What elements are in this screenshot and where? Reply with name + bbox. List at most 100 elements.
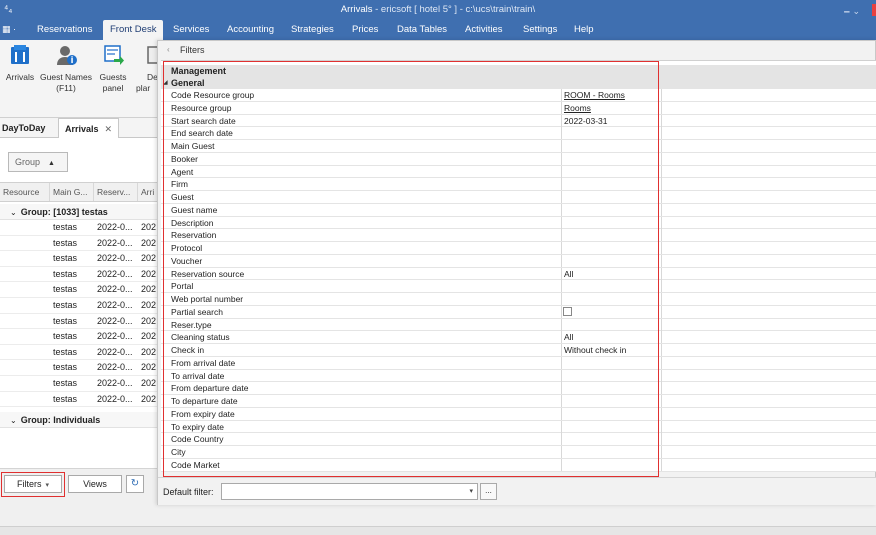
filter-row-cleaning-status[interactable]: Cleaning status All xyxy=(161,331,876,344)
table-row[interactable]: testas 2022-0... 202 xyxy=(0,392,160,408)
filter-row-from-departure-date[interactable]: From departure date xyxy=(161,382,876,395)
filter-row-agent[interactable]: Agent xyxy=(161,165,876,179)
filter-value[interactable] xyxy=(561,318,661,331)
filter-value[interactable] xyxy=(561,152,661,165)
chevron-down-icon[interactable]: ⌄ xyxy=(10,208,17,217)
filter-value[interactable] xyxy=(561,458,661,471)
category-general[interactable]: ◢ General xyxy=(161,77,876,89)
filter-value[interactable] xyxy=(561,203,661,216)
table-row[interactable]: testas 2022-0... 202 xyxy=(0,267,160,283)
filter-row-booker[interactable]: Booker xyxy=(161,152,876,166)
filter-row-code-country[interactable]: Code Country xyxy=(161,433,876,446)
collapse-triangle-icon[interactable]: ◢ xyxy=(163,77,168,89)
filter-value[interactable] xyxy=(561,407,661,420)
table-row[interactable]: testas 2022-0... 202 xyxy=(0,345,160,361)
panel-collapse-icon[interactable]: ‹ xyxy=(167,46,175,54)
refresh-icon[interactable]: ↻ xyxy=(126,475,144,493)
close-tab-icon[interactable]: ✕ xyxy=(105,124,113,134)
table-row[interactable]: testas 2022-0... 202 xyxy=(0,360,160,376)
filter-value[interactable] xyxy=(561,433,661,446)
table-row[interactable]: testas 2022-0... 202 xyxy=(0,251,160,267)
default-filter-more-button[interactable]: ... xyxy=(480,483,497,500)
menu-tab-data-tables[interactable]: Data Tables xyxy=(390,20,454,40)
filter-row-city[interactable]: City xyxy=(161,446,876,459)
table-row[interactable]: testas 2022-0... 202 xyxy=(0,220,160,236)
filter-row-portal[interactable]: Portal xyxy=(161,280,876,293)
filter-value[interactable] xyxy=(561,242,661,254)
filter-row-partial-search[interactable]: Partial search xyxy=(161,305,876,319)
filter-row-main-guest[interactable]: Main Guest xyxy=(161,140,876,153)
filter-value[interactable] xyxy=(561,127,661,140)
partial-search-checkbox[interactable] xyxy=(563,306,572,316)
filter-value[interactable] xyxy=(561,420,661,433)
table-row[interactable]: testas 2022-0... 202 xyxy=(0,236,160,252)
menu-tab-front-desk[interactable]: Front Desk xyxy=(103,20,164,40)
menu-tab-accounting[interactable]: Accounting xyxy=(220,20,281,40)
filter-row-end-search-date[interactable]: End search date xyxy=(161,127,876,140)
menu-tab-reservations[interactable]: Reservations xyxy=(30,20,99,40)
filter-value[interactable]: 2022-03-31 xyxy=(561,114,661,127)
filter-row-reservation-source[interactable]: Reservation source All xyxy=(161,267,876,281)
chevron-down-icon[interactable]: ⌄ xyxy=(10,416,17,425)
filter-value[interactable] xyxy=(561,165,661,178)
filter-value[interactable] xyxy=(561,356,661,369)
filter-value[interactable]: All xyxy=(561,267,661,280)
category-management[interactable]: Management xyxy=(161,65,876,77)
filter-value[interactable] xyxy=(561,191,661,203)
filter-value[interactable]: All xyxy=(561,331,661,344)
filter-row-to-expiry-date[interactable]: To expiry date xyxy=(161,420,876,434)
filter-row-code-resource-group[interactable]: Code Resource group ROOM - Rooms xyxy=(161,89,876,102)
filter-value[interactable] xyxy=(561,446,661,458)
arrivals-button[interactable]: Arrivals xyxy=(4,44,36,83)
filter-row-reser-type[interactable]: Reser.type xyxy=(161,318,876,332)
filters-button[interactable]: Filters ▾ xyxy=(4,475,62,493)
filter-row-description[interactable]: Description xyxy=(161,216,876,230)
filter-row-reservation[interactable]: Reservation xyxy=(161,229,876,242)
filter-row-web-portal-number[interactable]: Web portal number xyxy=(161,293,876,306)
filter-value[interactable]: ROOM - Rooms xyxy=(561,89,661,101)
filter-row-to-departure-date[interactable]: To departure date xyxy=(161,395,876,408)
dropdown-caret-icon[interactable]: ▾ xyxy=(469,487,473,495)
filter-value[interactable] xyxy=(561,229,661,242)
filter-value[interactable] xyxy=(561,140,661,152)
filter-row-code-market[interactable]: Code Market xyxy=(161,458,876,472)
filter-row-start-search-date[interactable]: Start search date 2022-03-31 xyxy=(161,114,876,128)
tab-daytoday[interactable]: DayToDay xyxy=(2,118,45,138)
menu-tab-services[interactable]: Services xyxy=(166,20,216,40)
filter-row-check-in[interactable]: Check in Without check in xyxy=(161,344,876,357)
table-row[interactable]: testas 2022-0... 202 xyxy=(0,282,160,298)
table-row[interactable]: testas 2022-0... 202 xyxy=(0,314,160,330)
filter-value[interactable] xyxy=(561,305,661,318)
filter-row-guest-name[interactable]: Guest name xyxy=(161,203,876,217)
filter-value[interactable] xyxy=(561,293,661,305)
filter-value[interactable]: Rooms xyxy=(561,101,661,114)
menu-tab-prices[interactable]: Prices xyxy=(345,20,385,40)
table-row[interactable]: testas 2022-0... 202 xyxy=(0,329,160,345)
column-header-main-guest[interactable]: Main G... xyxy=(50,183,94,201)
guests-panel-button[interactable]: Guests panel xyxy=(96,44,130,94)
menu-tab-help[interactable]: Help xyxy=(567,20,601,40)
system-menu-icon[interactable]: ▦ · xyxy=(2,24,18,36)
filter-row-from-arrival-date[interactable]: From arrival date xyxy=(161,356,876,370)
filter-row-from-expiry-date[interactable]: From expiry date xyxy=(161,407,876,421)
filter-value[interactable] xyxy=(561,216,661,229)
filter-row-firm[interactable]: Firm xyxy=(161,178,876,191)
guest-names-button[interactable]: Guest Names (F11) xyxy=(38,44,94,94)
default-filter-select[interactable]: ▾ xyxy=(221,483,478,500)
tab-arrivals[interactable]: Arrivals ✕ xyxy=(58,118,120,138)
filter-row-to-arrival-date[interactable]: To arrival date xyxy=(161,369,876,383)
column-header-resource[interactable]: Resource xyxy=(0,183,50,201)
filter-row-guest[interactable]: Guest xyxy=(161,191,876,204)
filter-value[interactable] xyxy=(561,280,661,293)
filter-value[interactable] xyxy=(561,254,661,267)
views-button[interactable]: Views xyxy=(68,475,122,493)
table-row[interactable]: testas 2022-0... 202 xyxy=(0,376,160,392)
group-row-individuals[interactable]: ⌄ Group: Individuals xyxy=(0,412,160,428)
window-controls[interactable]: 🗕 ⌄ xyxy=(844,4,860,20)
filter-value[interactable] xyxy=(561,382,661,395)
filter-value[interactable] xyxy=(561,369,661,382)
filter-row-resource-group[interactable]: Resource group Rooms xyxy=(161,101,876,115)
menu-tab-strategies[interactable]: Strategies xyxy=(284,20,341,40)
filter-value[interactable]: Without check in xyxy=(561,344,661,356)
group-by-box[interactable]: Group ▲ xyxy=(8,152,68,172)
